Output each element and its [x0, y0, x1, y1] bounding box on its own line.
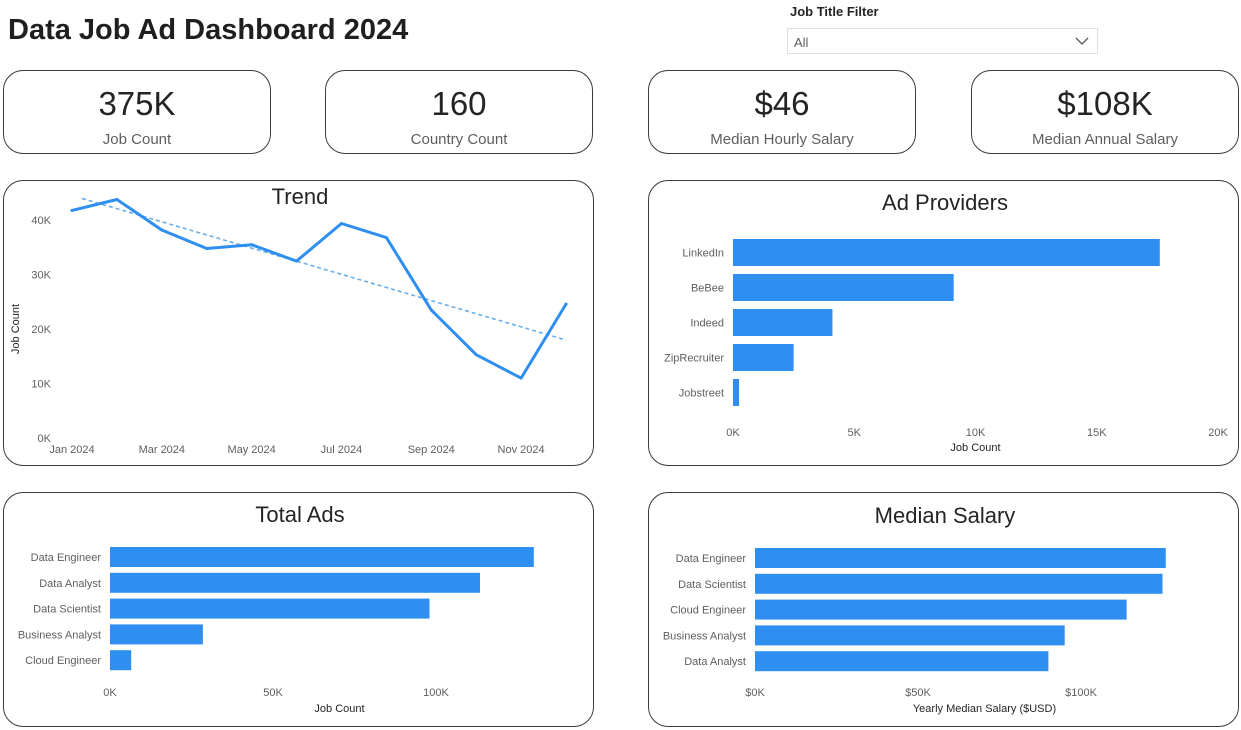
job-title-filter-dropdown[interactable]: All [787, 28, 1098, 54]
x-axis-label: Job Count [950, 442, 1000, 454]
bar-ziprecruiter [733, 344, 794, 371]
category-label: Data Scientist [678, 579, 746, 591]
total-ads-chart-panel[interactable]: Total Ads Data Engineer Data Analyst Data S… [3, 492, 594, 727]
data-point [250, 243, 254, 247]
category-label: Business Analyst [663, 630, 746, 642]
data-point [205, 247, 209, 251]
data-point [474, 353, 478, 357]
series-line-job-count [70, 198, 568, 380]
bar-cloud-engineer [755, 599, 1127, 620]
kpi-label: Median Annual Salary [1032, 131, 1178, 148]
trend-chart-panel[interactable]: Trend Job Count 0K 10K 20K 30K 40K Jan 2024 Mar … [3, 180, 594, 466]
y-tick-label: 30K [31, 270, 51, 282]
median-salary-chart-panel[interactable]: Median Salary Data Engineer Data Scientist… [648, 492, 1239, 727]
total-ads-bar-chart: Total Ads Data Engineer Data Analyst Data S… [18, 502, 534, 715]
chart-title: Median Salary [875, 503, 1016, 528]
trend-line [81, 197, 567, 341]
ad-providers-bar-chart: Ad Providers LinkedIn BeBee Indeed ZipRecrui… [664, 190, 1228, 454]
kpi-value: $108K [1057, 85, 1153, 122]
x-tick-label: Jan 2024 [49, 444, 94, 456]
x-tick-label: 0K [726, 427, 740, 439]
category-label: Jobstreet [679, 388, 724, 400]
category-label: Data Engineer [31, 552, 102, 564]
category-label: ZipRecruiter [664, 353, 724, 365]
category-label: Data Scientist [33, 604, 101, 616]
chart-title: Ad Providers [882, 190, 1008, 215]
kpi-label: Median Hourly Salary [710, 131, 854, 148]
bar-data-scientist [110, 598, 430, 619]
x-tick-label: 10K [966, 427, 986, 439]
bar-linkedin [733, 239, 1160, 266]
bar-data-analyst [755, 651, 1049, 672]
x-tick-label: Mar 2024 [139, 444, 185, 456]
kpi-card-median-hourly-salary[interactable]: $46 Median Hourly Salary [648, 70, 916, 154]
category-label: LinkedIn [682, 248, 724, 260]
data-point [564, 302, 568, 306]
data-point [519, 376, 523, 380]
kpi-label: Job Count [102, 131, 172, 148]
median-salary-bar-chart: Median Salary Data Engineer Data Scientist… [663, 503, 1166, 715]
y-tick-label: 40K [31, 215, 51, 227]
x-tick-label: 5K [848, 427, 862, 439]
chevron-down-icon [1075, 37, 1089, 45]
category-label: Cloud Engineer [25, 655, 101, 667]
job-title-filter-value: All [794, 35, 809, 50]
data-point [295, 259, 299, 263]
bar-business-analyst [755, 625, 1065, 646]
bar-jobstreet [733, 379, 740, 406]
page-title: Data Job Ad Dashboard 2024 [8, 14, 409, 46]
x-tick-label: 20K [1208, 427, 1228, 439]
x-tick-label: $0K [745, 687, 765, 699]
x-tick-label: Nov 2024 [498, 444, 545, 456]
kpi-card-median-annual-salary[interactable]: $108K Median Annual Salary [971, 70, 1239, 154]
bar-cloud-engineer [110, 650, 132, 671]
x-axis-label: Yearly Median Salary ($USD) [913, 703, 1056, 715]
category-label: Cloud Engineer [670, 605, 746, 617]
y-axis-label: Job Count [10, 304, 22, 354]
x-tick-label: 15K [1087, 427, 1107, 439]
data-point [429, 308, 433, 312]
x-tick-label: 50K [263, 687, 283, 699]
bar-business-analyst [110, 624, 203, 645]
category-label: Data Analyst [684, 656, 746, 668]
x-axis-label: Job Count [314, 703, 364, 715]
x-tick-label: 100K [423, 687, 449, 699]
bar-indeed [733, 309, 833, 336]
data-point [115, 198, 119, 202]
ad-providers-chart-panel[interactable]: Ad Providers LinkedIn BeBee Indeed ZipRecrui… [648, 180, 1239, 466]
category-label: Business Analyst [18, 629, 101, 641]
chart-title: Trend [272, 184, 329, 209]
category-label: Data Analyst [39, 578, 101, 590]
bar-data-analyst [110, 572, 481, 593]
bar-bebee [733, 274, 954, 301]
x-tick-label: Jul 2024 [321, 444, 363, 456]
x-tick-label: May 2024 [227, 444, 275, 456]
kpi-card-job-count[interactable]: 375K Job Count [3, 70, 271, 154]
data-point [339, 221, 343, 225]
x-tick-label: 0K [103, 687, 117, 699]
kpi-value: 160 [431, 85, 487, 122]
y-tick-label: 20K [31, 324, 51, 336]
category-label: BeBee [691, 283, 724, 295]
x-tick-label: Sep 2024 [408, 444, 455, 456]
kpi-value: 375K [98, 85, 176, 122]
y-tick-label: 10K [31, 379, 51, 391]
bar-data-engineer [110, 547, 534, 567]
x-tick-label: $100K [1065, 687, 1097, 699]
kpi-value: $46 [754, 85, 810, 122]
x-tick-label: $50K [905, 687, 931, 699]
category-label: Data Engineer [676, 553, 747, 565]
data-point [384, 236, 388, 240]
kpi-label: Country Count [410, 131, 508, 148]
data-point [160, 228, 164, 232]
trend-line-chart: TrendJob Count0K10K20K30K40KJan 2024 Mar … [10, 184, 568, 456]
kpi-card-country-count[interactable]: 160 Country Count [325, 70, 593, 154]
job-title-filter-label: Job Title Filter [790, 4, 879, 19]
data-point [70, 208, 74, 212]
bar-data-scientist [755, 573, 1163, 594]
category-label: Indeed [690, 318, 724, 330]
bar-data-engineer [755, 548, 1166, 568]
chart-title: Total Ads [255, 502, 344, 527]
